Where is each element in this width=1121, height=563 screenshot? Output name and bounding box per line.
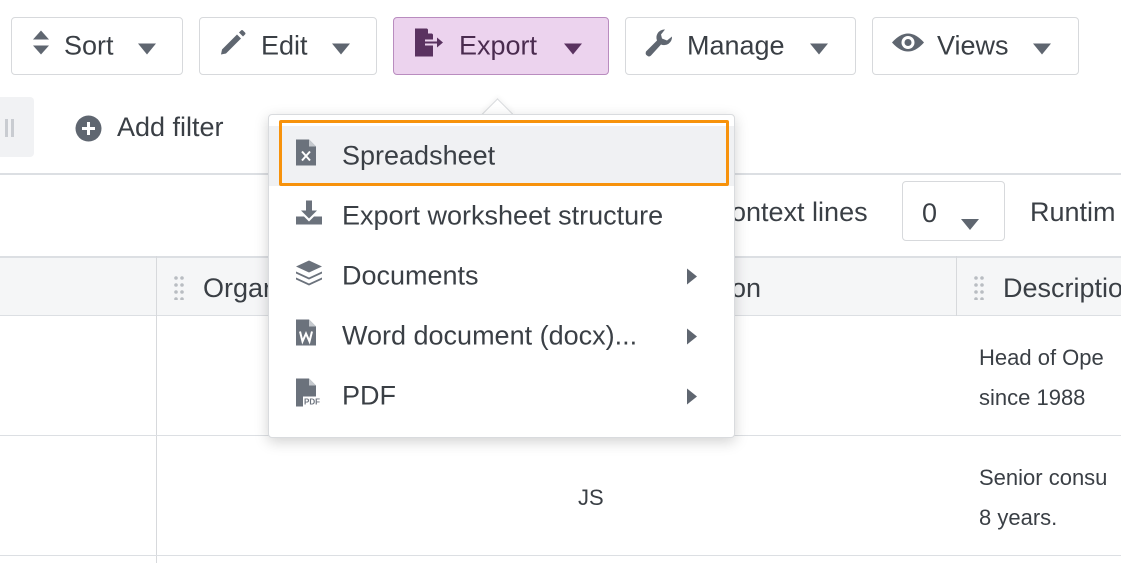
chevron-down-icon xyxy=(332,31,350,62)
sort-button-label: Sort xyxy=(64,30,114,61)
word-file-icon xyxy=(295,319,317,354)
add-filter-label: Add filter xyxy=(117,112,224,142)
export-button[interactable]: Export xyxy=(393,17,609,75)
cell-initials: JS xyxy=(578,485,604,510)
menu-item-label: Export worksheet structure xyxy=(342,200,664,231)
drag-handle-icon[interactable] xyxy=(974,276,984,305)
file-export-icon xyxy=(412,27,444,66)
menu-item-label: Spreadsheet xyxy=(342,140,496,171)
spreadsheet-file-icon xyxy=(295,139,317,174)
wrench-icon xyxy=(644,28,674,65)
export-button-label: Export xyxy=(459,30,538,61)
chevron-down-icon xyxy=(810,31,828,62)
pencil-icon xyxy=(218,28,248,65)
column-header-description[interactable]: Descriptio xyxy=(1003,273,1121,304)
cell-description-line: since 1988 xyxy=(979,385,1086,410)
chevron-right-icon xyxy=(687,261,697,292)
cell-description-line: 8 years. xyxy=(979,505,1058,530)
column-header-position[interactable]: on xyxy=(731,273,761,304)
edit-button-label: Edit xyxy=(261,30,308,61)
chevron-down-icon xyxy=(961,206,979,237)
eye-icon xyxy=(891,31,925,62)
menu-item-pdf[interactable]: PDF PDF xyxy=(269,366,734,426)
svg-text:PDF: PDF xyxy=(304,398,320,407)
panel-handle[interactable] xyxy=(0,97,34,157)
column-header-organization[interactable]: Orgar xyxy=(203,273,272,304)
drag-handle-icon[interactable] xyxy=(174,276,184,305)
menu-item-label: Documents xyxy=(342,260,479,291)
menu-item-export-worksheet-structure[interactable]: Export worksheet structure xyxy=(269,186,734,246)
menu-item-word-document[interactable]: Word document (docx)... xyxy=(269,306,734,366)
menu-item-spreadsheet[interactable]: Spreadsheet xyxy=(269,126,734,186)
chevron-right-icon xyxy=(687,381,697,412)
table-row xyxy=(0,436,1121,556)
context-lines-select[interactable]: 0 xyxy=(902,181,1005,241)
edit-button[interactable]: Edit xyxy=(199,17,377,75)
context-lines-label: ontext lines xyxy=(731,197,868,227)
column-divider xyxy=(956,256,957,316)
sort-button[interactable]: Sort xyxy=(11,17,183,75)
manage-button[interactable]: Manage xyxy=(625,17,856,75)
menu-item-label: PDF xyxy=(342,380,396,411)
chevron-down-icon xyxy=(564,31,582,62)
views-button[interactable]: Views xyxy=(872,17,1079,75)
layers-icon xyxy=(295,260,323,293)
cell-description-line: Senior consu xyxy=(979,465,1108,490)
runtime-label: Runtim xyxy=(1030,197,1116,227)
cell-description-line: Head of Ope xyxy=(979,345,1104,370)
menu-item-label: Word document (docx)... xyxy=(342,320,638,351)
plus-circle-icon xyxy=(75,115,102,147)
chevron-down-icon xyxy=(1033,31,1051,62)
pdf-file-icon: PDF xyxy=(295,378,325,415)
sort-icon xyxy=(32,30,50,63)
chevron-right-icon xyxy=(687,321,697,352)
context-lines-value: 0 xyxy=(922,198,938,228)
export-menu: Spreadsheet Export worksheet structure D… xyxy=(268,114,735,438)
menu-item-documents[interactable]: Documents xyxy=(269,246,734,306)
manage-button-label: Manage xyxy=(687,30,785,61)
download-icon xyxy=(295,200,323,233)
chevron-down-icon xyxy=(138,31,156,62)
views-button-label: Views xyxy=(937,30,1009,61)
add-filter-button[interactable]: Add filter xyxy=(73,108,243,148)
